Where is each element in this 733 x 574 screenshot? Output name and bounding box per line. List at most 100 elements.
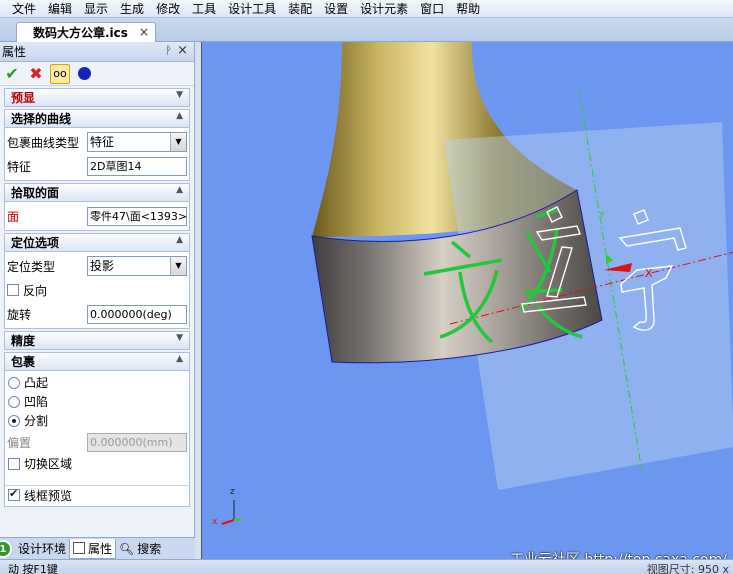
option-sink[interactable]: 凹陷 [5, 392, 189, 411]
section-face[interactable]: 拾取的面 ▲ [4, 183, 190, 202]
menu-view[interactable]: 显示 [78, 1, 114, 17]
raise-label: 凸起 [24, 376, 49, 390]
section-curve-body: 包裹曲线类型 特征 ▼ 特征 2D草图14 [4, 128, 190, 181]
section-face-label: 拾取的面 [11, 186, 60, 200]
option-switch-area[interactable]: 切换区域 [5, 454, 189, 473]
preview-button[interactable]: oo [50, 63, 70, 84]
panel-title-bar: 属性 ᚹ × [0, 42, 194, 62]
document-tab[interactable]: 数码大方公章.ics × [16, 22, 156, 42]
dropdown-arrow-icon[interactable]: ▼ [170, 133, 186, 151]
option-wire-preview[interactable]: 线框预览 [5, 485, 189, 504]
menu-design-tools[interactable]: 设计工具 [222, 1, 282, 17]
section-face-body: 面 零件47\面<1393> [4, 202, 190, 231]
menu-assembly[interactable]: 装配 [282, 1, 318, 17]
tab-design-env-label: 设计环境 [18, 542, 67, 556]
panel-bottom-tabs: 设计环境 属性 🔍︎ 搜索 [0, 537, 195, 559]
section-wrap-label: 包裹 [11, 355, 36, 369]
section-wrap-body: 凸起 凹陷 分割 偏置 0.000000(mm) 切换区域 线框预览 [4, 371, 190, 507]
triad-z-label: z [230, 487, 235, 497]
search-icon: 🔍︎ [119, 541, 135, 556]
view-size-readout: 视图尺寸: 950 x [646, 563, 729, 574]
dropdown-arrow-icon[interactable]: ▼ [170, 257, 186, 275]
split-radio[interactable] [8, 414, 20, 427]
rotate-field[interactable]: 0.000000(deg) [87, 304, 187, 324]
color-button[interactable] [74, 64, 94, 84]
chevron-up-icon[interactable]: ▲ [176, 185, 183, 195]
section-preview-label: 预显 [11, 91, 36, 105]
triad-x-label: x [212, 517, 218, 527]
properties-icon [73, 542, 86, 554]
property-panel: 属性 ᚹ × ✔ ✖ oo 预显 ▼ 选择的曲线 ▲ 包裹曲线类型 特征 ▼ 特… [0, 42, 195, 537]
raise-radio[interactable] [8, 376, 20, 389]
section-position-label: 定位选项 [11, 236, 60, 250]
section-position[interactable]: 定位选项 ▲ [4, 233, 190, 252]
position-type-label: 定位类型 [7, 259, 56, 274]
menu-design-elements[interactable]: 设计元素 [354, 1, 414, 17]
chevron-up-icon[interactable]: ▲ [176, 354, 183, 364]
axis-x-red-label: X [645, 267, 653, 280]
menu-settings[interactable]: 设置 [318, 1, 354, 17]
document-tab-title: 数码大方公章.ics [33, 26, 128, 40]
feature-label: 特征 [7, 159, 32, 174]
close-panel-icon[interactable]: × [177, 43, 188, 58]
menu-edit[interactable]: 编辑 [42, 1, 78, 17]
position-type-value: 投影 [90, 259, 115, 273]
split-label: 分割 [24, 414, 49, 428]
sink-label: 凹陷 [24, 395, 49, 409]
chevron-down-icon[interactable]: ▼ [176, 90, 183, 100]
axis-y-label: Y [598, 211, 605, 221]
tab-properties[interactable]: 属性 [69, 538, 117, 559]
close-tab-icon[interactable]: × [139, 25, 149, 39]
chevron-down-icon[interactable]: ▼ [176, 333, 183, 343]
offset-label: 偏置 [7, 435, 32, 450]
menu-file[interactable]: 文件 [0, 1, 42, 17]
option-split[interactable]: 分割 [5, 411, 189, 430]
section-curve[interactable]: 选择的曲线 ▲ [4, 109, 190, 128]
face-label: 面 [7, 209, 20, 224]
3d-viewport[interactable]: X Y z x [201, 42, 733, 559]
section-precision-label: 精度 [11, 334, 36, 348]
pin-icon[interactable]: ᚹ [165, 44, 172, 57]
chevron-up-icon[interactable]: ▲ [176, 235, 183, 245]
wrap-type-value: 特征 [90, 135, 115, 149]
scene-svg: X Y z x [212, 42, 733, 527]
section-preview[interactable]: 预显 ▼ [4, 88, 190, 107]
wrap-type-select[interactable]: 特征 ▼ [87, 132, 187, 152]
glasses-icon: oo [53, 67, 67, 80]
cancel-button[interactable]: ✖ [26, 64, 46, 84]
menu-window[interactable]: 窗口 [414, 1, 450, 17]
status-bar: 动 按F1键 视图尺寸: 950 x [0, 559, 733, 574]
menu-help[interactable]: 帮助 [450, 1, 486, 17]
section-curve-label: 选择的曲线 [11, 112, 72, 126]
menu-modify[interactable]: 修改 [150, 1, 186, 17]
section-precision[interactable]: 精度 ▼ [4, 331, 190, 350]
tab-search-label: 搜索 [137, 542, 162, 556]
rotate-label: 旋转 [7, 307, 32, 322]
menu-bar: 文件 编辑 显示 生成 修改 工具 设计工具 装配 设置 设计元素 窗口 帮助 [0, 0, 733, 18]
switch-area-checkbox[interactable] [8, 457, 20, 470]
chevron-up-icon[interactable]: ▲ [176, 111, 183, 121]
wire-preview-checkbox[interactable] [8, 487, 20, 501]
wrap-type-label: 包裹曲线类型 [7, 135, 80, 150]
switch-area-label: 切换区域 [24, 457, 73, 471]
reverse-checkbox[interactable] [7, 284, 19, 296]
wire-preview-label: 线框预览 [24, 488, 73, 503]
panel-title: 属性 [2, 45, 27, 59]
position-type-select[interactable]: 投影 ▼ [87, 256, 187, 276]
face-field[interactable]: 零件47\面<1393> [87, 206, 187, 226]
menu-tools[interactable]: 工具 [186, 1, 222, 17]
check-icon: ✔ [5, 64, 19, 83]
tab-search[interactable]: 🔍︎ 搜索 [116, 539, 164, 559]
menu-generate[interactable]: 生成 [114, 1, 150, 17]
status-left-text: 动 按F1键 [8, 563, 58, 574]
option-raise[interactable]: 凸起 [5, 373, 189, 392]
tab-properties-label: 属性 [88, 541, 113, 556]
document-tab-row: 数码大方公章.ics × [0, 18, 733, 42]
section-wrap[interactable]: 包裹 ▲ [4, 352, 190, 371]
view-triad: z x [212, 487, 242, 527]
blue-dot-icon [77, 67, 91, 80]
panel-toolbar: ✔ ✖ oo [0, 62, 194, 86]
sink-radio[interactable] [8, 395, 20, 408]
feature-field[interactable]: 2D草图14 [87, 156, 187, 176]
ok-button[interactable]: ✔ [2, 64, 22, 84]
